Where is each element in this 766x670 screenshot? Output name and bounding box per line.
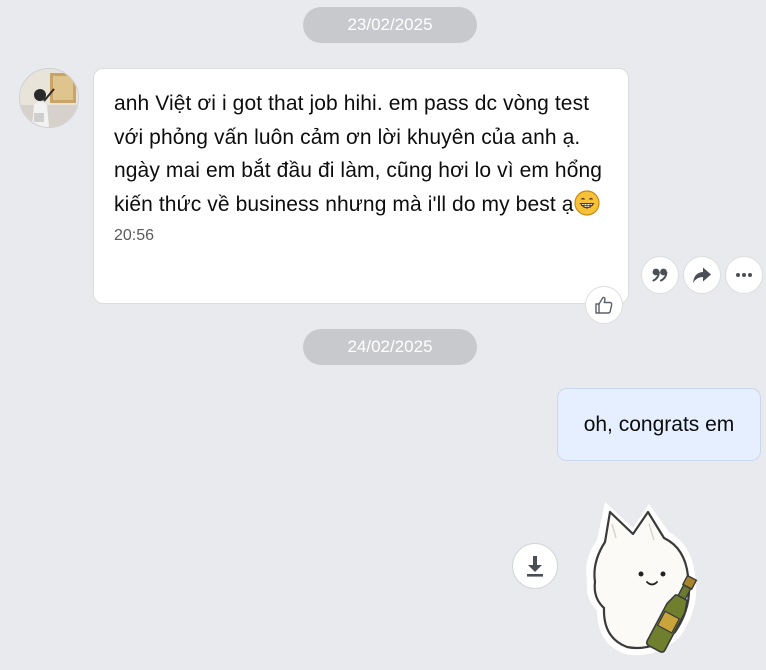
message-text: oh, congrats em: [583, 412, 735, 436]
outgoing-message-bubble[interactable]: oh, congrats em: [557, 388, 761, 461]
incoming-message-bubble[interactable]: anh Việt ơi i got that job hihi. em pass…: [93, 68, 629, 304]
quote-icon: [652, 268, 668, 282]
date-separator: 24/02/2025: [303, 329, 477, 365]
download-button[interactable]: [512, 543, 558, 589]
more-icon: [736, 273, 752, 277]
avatar[interactable]: [19, 68, 79, 128]
grinning-face-emoji: [574, 189, 601, 216]
more-button[interactable]: [725, 256, 763, 294]
thumbs-up-icon: [595, 296, 613, 314]
share-icon: [693, 267, 711, 283]
react-button[interactable]: [585, 286, 623, 324]
date-separator: 23/02/2025: [303, 7, 477, 43]
download-icon: [527, 556, 543, 577]
share-button[interactable]: [683, 256, 721, 294]
message-time: 20:56: [114, 227, 155, 244]
avatar-photo: [20, 69, 78, 127]
message-body: anh Việt ơi i got that job hihi. em pass…: [114, 92, 603, 216]
message-text: anh Việt ơi i got that job hihi. em pass…: [114, 87, 608, 221]
cat-with-champagne-sticker[interactable]: [583, 500, 713, 660]
quote-button[interactable]: [641, 256, 679, 294]
